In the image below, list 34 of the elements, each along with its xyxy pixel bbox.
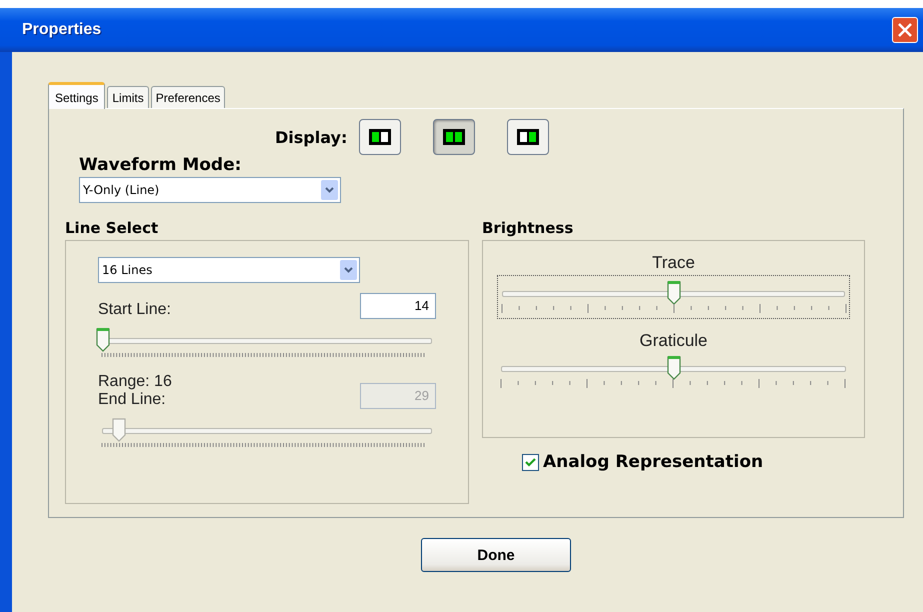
display-label: Display: [275, 128, 348, 146]
slider-thumb[interactable] [95, 327, 111, 353]
display-layout-button[interactable] [359, 119, 402, 155]
field-label: Start Line: [98, 301, 171, 319]
display-layout-button[interactable] [507, 119, 550, 155]
close-icon [897, 22, 913, 38]
slider[interactable] [497, 275, 850, 319]
range-text: Range: 16 [98, 373, 172, 391]
split-panel-icon [369, 129, 392, 145]
checkmark-icon [525, 456, 536, 468]
slider-thumb[interactable] [666, 355, 682, 381]
close-button[interactable] [892, 17, 918, 43]
chevron-down-icon [344, 267, 353, 273]
window-title: Properties [22, 21, 102, 39]
section-heading: Line Select [65, 219, 160, 237]
field-label: End Line: [98, 391, 167, 409]
display-layout-button[interactable] [433, 119, 476, 155]
done-button[interactable]: Done [421, 538, 571, 572]
chevron-down-icon [325, 187, 334, 193]
section-heading: Brightness [482, 219, 574, 237]
dropdown[interactable]: 16 Lines [98, 257, 360, 283]
split-panel-icon [517, 129, 540, 145]
dropdown[interactable]: Y-Only (Line) [79, 177, 341, 203]
tab[interactable]: Settings [48, 82, 106, 109]
checkbox-label: Analog Representation [543, 452, 764, 472]
tab[interactable]: Preferences [150, 86, 226, 108]
waveform-mode-label: Waveform Mode: [79, 155, 242, 175]
slider-thumb[interactable] [666, 280, 682, 306]
slider-label: Graticule [638, 331, 709, 351]
checkbox[interactable] [522, 454, 539, 470]
split-panel-icon [443, 129, 466, 145]
tab[interactable]: Limits [107, 86, 149, 108]
number-field[interactable]: 14 [360, 293, 436, 319]
slider-label: Trace [651, 253, 696, 273]
